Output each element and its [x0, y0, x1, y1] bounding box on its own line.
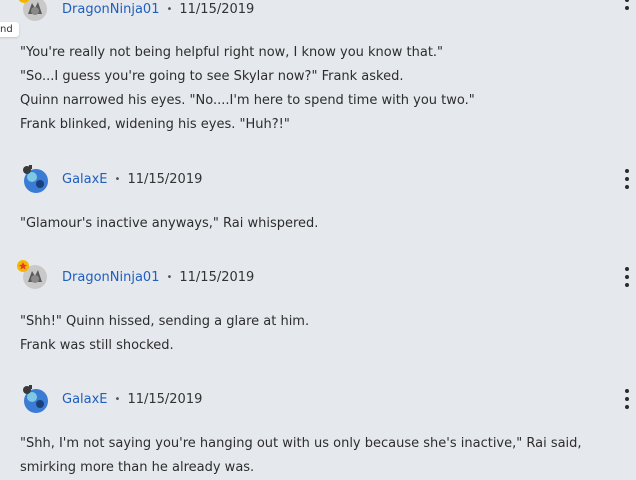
username-link[interactable]: GalaxE: [62, 172, 108, 187]
post-meta: GalaxE • 11/15/2019: [62, 384, 202, 414]
edge-tab-label[interactable]: nd: [0, 22, 19, 37]
dragon-avatar-icon[interactable]: [20, 0, 50, 24]
post-line: "Glamour's inactive anyways," Rai whispe…: [20, 216, 319, 231]
username-link[interactable]: DragonNinja01: [62, 270, 159, 285]
post-body: "Shh!" Quinn hissed, sending a glare at …: [20, 310, 632, 358]
galaxy-avatar-icon[interactable]: [20, 164, 50, 194]
post-body: "Shh, I'm not saying you're hanging out …: [20, 432, 632, 480]
post-line: Quinn narrowed his eyes. "No....I'm here…: [20, 93, 475, 108]
post-line: Frank blinked, widening his eyes. "Huh?!…: [20, 117, 290, 132]
post-header: DragonNinja01 • 11/15/2019: [18, 0, 636, 24]
post-meta: GalaxE • 11/15/2019: [62, 164, 202, 194]
post-date: 11/15/2019: [179, 1, 255, 17]
username-link[interactable]: DragonNinja01: [62, 2, 159, 17]
post-body: "Glamour's inactive anyways," Rai whispe…: [20, 212, 632, 236]
post-line: "You're really not being helpful right n…: [20, 45, 444, 60]
post-meta: DragonNinja01 • 11/15/2019: [62, 0, 254, 24]
meta-separator: •: [166, 3, 173, 15]
meta-separator: •: [114, 173, 121, 185]
post-line: "Shh, I'm not saying you're hanging out …: [20, 436, 582, 475]
meta-separator: •: [166, 271, 173, 283]
post-line: Frank was still shocked.: [20, 338, 174, 353]
meta-separator: •: [114, 393, 121, 405]
kebab-menu-icon[interactable]: [624, 267, 630, 287]
username-link[interactable]: GalaxE: [62, 392, 108, 407]
post-meta: DragonNinja01 • 11/15/2019: [62, 262, 254, 292]
post-date: 11/15/2019: [127, 391, 203, 407]
post-header: GalaxE • 11/15/2019: [20, 384, 636, 414]
kebab-menu-icon[interactable]: [624, 389, 630, 409]
kebab-menu-icon[interactable]: [624, 0, 630, 10]
post-header: DragonNinja01 • 11/15/2019: [17, 260, 636, 292]
post-line: "So...I guess you're going to see Skylar…: [20, 69, 404, 84]
post-header: GalaxE • 11/15/2019: [20, 164, 636, 194]
post-line: "Shh!" Quinn hissed, sending a glare at …: [20, 314, 310, 329]
post-body: "You're really not being helpful right n…: [20, 41, 632, 137]
galaxy-avatar-icon[interactable]: [20, 384, 50, 414]
star-badge-icon: [17, 257, 29, 272]
post-date: 11/15/2019: [127, 171, 203, 187]
post-date: 11/15/2019: [179, 269, 255, 285]
kebab-menu-icon[interactable]: [624, 169, 630, 189]
